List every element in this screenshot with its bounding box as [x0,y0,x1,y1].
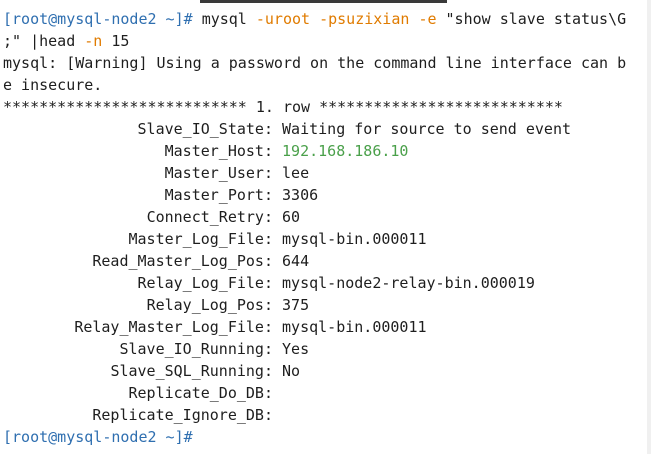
option-execute: -e [418,10,437,28]
command-count: 15 [102,32,130,50]
status-row: Slave_SQL_Running: No [0,360,651,382]
command-pipe: ;" |head [3,32,85,50]
status-key: Master_Log_File: [128,230,274,248]
status-value: 375 [282,296,310,314]
status-key: Connect_Retry: [146,208,273,226]
status-key: Replicate_Do_DB: [128,384,274,402]
warning-tag: [Warning] [66,54,148,72]
warning-source: mysql: [3,54,67,72]
status-row: Relay_Log_Pos: 375 [0,294,651,316]
command-line-1: [root@mysql-node2 ~]# mysql -uroot -psuz… [0,8,651,30]
command-line-2: ;" |head -n 15 [0,30,651,52]
warning-line-2: e insecure. [3,76,103,94]
status-value: Waiting for source to send event [282,120,572,138]
prompt-user-host: root@mysql-node2 [12,428,157,446]
status-key: Master_User: [164,164,273,182]
title-bar-strip [200,0,447,3]
status-row: Relay_Log_File: mysql-node2-relay-bin.00… [0,272,651,294]
status-value: 60 [282,208,301,226]
status-value: lee [282,164,310,182]
command-query: "show slave status\G [436,10,627,28]
scrollbar[interactable] [647,0,651,454]
status-key: Master_Port: [164,186,273,204]
terminal-window[interactable]: [root@mysql-node2 ~]# mysql -uroot -psuz… [0,0,651,454]
status-key: Relay_Master_Log_File: [74,318,273,336]
status-key: Master_Host: [164,142,273,160]
status-value: mysql-bin.000011 [282,318,427,336]
status-value: mysql-node2-relay-bin.000019 [282,274,535,292]
status-value: 644 [282,252,310,270]
status-value: mysql-bin.000011 [282,230,427,248]
prompt-bracket-open: [ [3,428,13,446]
status-row: Slave_IO_State: Waiting for source to se… [0,118,651,140]
status-key: Relay_Log_Pos: [146,296,273,314]
status-row: Connect_Retry: 60 [0,206,651,228]
status-key: Relay_Log_File: [137,274,273,292]
option-password: -psuzixian [319,10,410,28]
warning-line-1: mysql: [Warning] Using a password on the… [0,52,651,74]
prompt-suffix: ~]# [156,428,193,446]
status-value: 3306 [282,186,319,204]
status-row: Replicate_Ignore_DB: [0,404,651,426]
warning-message: Using a password on the command line int… [147,54,627,72]
status-key: Read_Master_Log_Pos: [92,252,273,270]
status-value: No [282,362,301,380]
status-row: Master_Port: 3306 [0,184,651,206]
status-key: Slave_IO_Running: [119,340,273,358]
status-row: Read_Master_Log_Pos: 644 [0,250,651,272]
status-value: Yes [282,340,310,358]
option-lines: -n [84,32,103,50]
status-key: Slave_IO_State: [137,120,273,138]
final-prompt[interactable]: [root@mysql-node2 ~]# [0,426,651,448]
status-row: Master_Host: 192.168.186.10 [0,140,651,162]
status-key: Replicate_Ignore_DB: [92,406,273,424]
command-name: mysql [201,10,256,28]
status-row: Master_User: lee [0,162,651,184]
status-row: Slave_IO_Running: Yes [0,338,651,360]
status-row: Replicate_Do_DB: [0,382,651,404]
row-header: *************************** 1. row *****… [3,98,563,116]
prompt-suffix: ~]# [156,10,202,28]
status-key: Slave_SQL_Running: [110,362,273,380]
status-row: Relay_Master_Log_File: mysql-bin.000011 [0,316,651,338]
master-host-ip: 192.168.186.10 [282,142,409,160]
prompt-bracket-open: [ [3,10,13,28]
status-row: Master_Log_File: mysql-bin.000011 [0,228,651,250]
prompt-user-host: root@mysql-node2 [12,10,157,28]
option-user: -uroot [255,10,311,28]
